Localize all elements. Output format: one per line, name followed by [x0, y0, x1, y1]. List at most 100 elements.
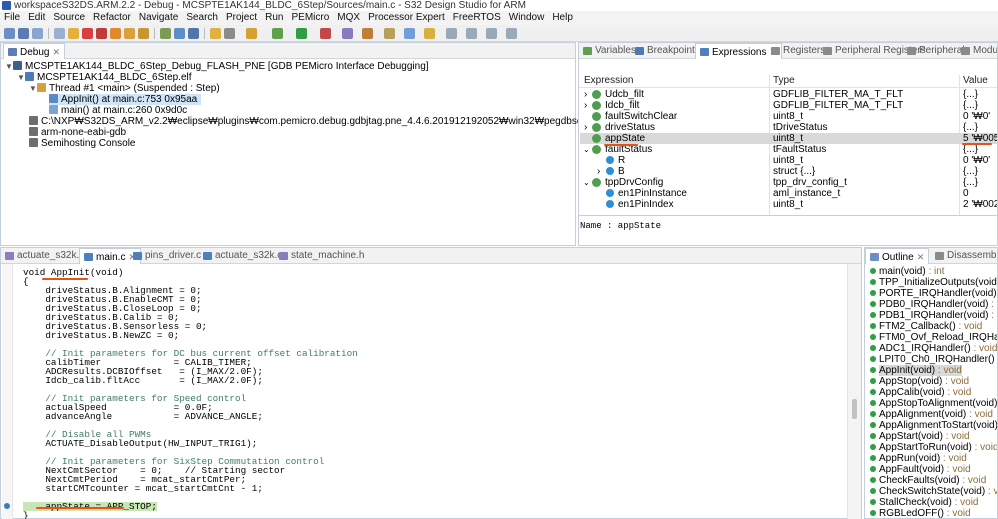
expression-row-tppdrvconfig[interactable]: ⌄ tppDrvConfig tpp_drv_config_t {...}: [580, 177, 997, 188]
debug-icon[interactable]: [272, 28, 283, 39]
search-icon[interactable]: [384, 28, 395, 39]
back-arrow-icon[interactable]: [466, 28, 477, 39]
run-icon[interactable]: [296, 28, 307, 39]
expression-row-b[interactable]: › B struct {...} {...}: [580, 166, 997, 177]
toggle-highlight-icon[interactable]: [404, 28, 415, 39]
step-into-icon[interactable]: [110, 28, 121, 39]
new-class-icon[interactable]: [342, 28, 353, 39]
outline-item[interactable]: AppAlignmentToStart(void) : void: [879, 420, 997, 431]
column-header-value[interactable]: Value: [963, 75, 988, 87]
close-icon[interactable]: ✕: [52, 47, 60, 57]
disconnect-icon[interactable]: [96, 28, 107, 39]
tree-item-elf[interactable]: ▼ MCSPTE1AK144_BLDC_6Step.elf: [17, 72, 192, 83]
reset-icon[interactable]: [188, 28, 199, 39]
open-type-icon[interactable]: [362, 28, 373, 39]
expression-row-drivestatus[interactable]: › driveStatus tDriveStatus {...}: [580, 122, 997, 133]
restart-icon[interactable]: [174, 28, 185, 39]
instruction-stepping-icon[interactable]: [160, 28, 171, 39]
chevron-down-icon[interactable]: ▼: [17, 72, 25, 83]
expand-arrow-icon[interactable]: ›: [584, 100, 587, 111]
editor-gutter[interactable]: [2, 264, 13, 519]
expand-arrow-icon[interactable]: ›: [584, 89, 587, 100]
column-header-type[interactable]: Type: [773, 75, 795, 87]
tab-debug[interactable]: Debug ✕: [3, 43, 66, 59]
menu-window[interactable]: Window: [505, 11, 549, 25]
menu-refactor[interactable]: Refactor: [89, 11, 135, 25]
outline-item[interactable]: AppRun(void) : void: [879, 453, 967, 464]
outline-item[interactable]: RGBLedOFF() : void: [879, 508, 971, 518]
tree-item-gdb[interactable]: arm-none-eabi-gdb: [29, 127, 126, 138]
menu-help[interactable]: Help: [548, 11, 577, 25]
tree-item-frame-main[interactable]: main() at main.c:260 0x9d0c: [49, 105, 187, 116]
tree-item-semihosting[interactable]: Semihosting Console: [29, 138, 136, 149]
outline-item[interactable]: TPP_InitializeOutputs(void) : void: [879, 277, 997, 288]
expand-arrow-icon[interactable]: ›: [597, 166, 600, 177]
editor-vertical-scrollbar[interactable]: [847, 264, 861, 519]
menu-edit[interactable]: Edit: [24, 11, 49, 25]
outline-item[interactable]: AppFault(void) : void: [879, 464, 971, 475]
expression-row-udcb-filt[interactable]: › Udcb_filt GDFLIB_FILTER_MA_T_FLT {...}: [580, 89, 997, 100]
outline-item[interactable]: FTM2_Callback() : void: [879, 321, 982, 332]
build-icon[interactable]: [210, 28, 221, 39]
column-header-expression[interactable]: Expression: [584, 75, 633, 87]
chevron-down-icon[interactable]: ▼: [29, 83, 37, 94]
save-icon[interactable]: [18, 28, 29, 39]
tab-breakpoints[interactable]: Breakpoints: [631, 43, 704, 59]
outline-item[interactable]: CheckSwitchState(void) : void: [879, 486, 997, 497]
step-over-icon[interactable]: [124, 28, 135, 39]
chevron-down-icon[interactable]: ▼: [5, 61, 13, 72]
forward-arrow-icon[interactable]: [486, 28, 497, 39]
resume-icon[interactable]: [68, 28, 79, 39]
outline-item[interactable]: AppStart(void) : void: [879, 431, 970, 442]
outline-item[interactable]: main(void) : int: [879, 266, 945, 277]
outline-item[interactable]: AppCalib(void) : void: [879, 387, 971, 398]
expression-row-faultswitchclear[interactable]: faultSwitchClear uint8_t 0 '₩0': [580, 111, 997, 122]
tab-actuate-s32k-c[interactable]: actuate_s32k.c: [199, 248, 286, 264]
outline-item[interactable]: AppInit(void) : void: [879, 365, 962, 376]
outline-item[interactable]: PDB1_IRQHandler(void) : void: [879, 310, 997, 321]
outline-item[interactable]: AppStopToAlignment(void) : void: [879, 398, 997, 409]
annotation-icon[interactable]: [424, 28, 435, 39]
expand-arrow-icon[interactable]: ›: [584, 122, 587, 133]
tree-item-gdbserver[interactable]: C:\NXP₩S32DS_ARM_v2.2₩eclipse₩plugins₩co…: [29, 116, 640, 127]
expression-row-en1pinindex[interactable]: en1PinIndex uint8_t 2 '₩002': [580, 199, 997, 210]
outline-item[interactable]: AppAlignment(void) : void: [879, 409, 993, 420]
tree-item-frame-appinit[interactable]: AppInit() at main.c:753 0x95aa: [49, 94, 202, 105]
menu-navigate[interactable]: Navigate: [135, 11, 182, 25]
tab-outline[interactable]: Outline ✕: [865, 248, 930, 264]
flash-icon[interactable]: [246, 28, 257, 39]
menu-project[interactable]: Project: [222, 11, 261, 25]
expression-detail-pane[interactable]: Name : appState: [580, 221, 997, 231]
skip-breakpoints-icon[interactable]: [54, 28, 65, 39]
expression-row-en1pininstance[interactable]: en1PinInstance aml_instance_t 0: [580, 188, 997, 199]
outline-item[interactable]: CheckFaults(void) : void: [879, 475, 986, 486]
next-annotation-icon[interactable]: [446, 28, 457, 39]
outline-item[interactable]: AppStartToRun(void) : void: [879, 442, 997, 453]
expression-row-faultstatus[interactable]: ⌄ faultStatus tFaultStatus {...}: [580, 144, 997, 155]
save-all-icon[interactable]: [32, 28, 43, 39]
expression-row-idcb-filt[interactable]: › Idcb_filt GDFLIB_FILTER_MA_T_FLT {...}: [580, 100, 997, 111]
outline-item[interactable]: PORTE_IRQHandler(void) : void: [879, 288, 997, 299]
menu-freertos[interactable]: FreeRTOS: [449, 11, 505, 25]
code-editor[interactable]: void AppInit(void){ driveStatus.B.Alignm…: [13, 264, 847, 519]
outline-item[interactable]: StallCheck(void) : void: [879, 497, 979, 508]
outline-item[interactable]: PDB0_IRQHandler(void) : void: [879, 299, 997, 310]
external-tools-icon[interactable]: [320, 28, 331, 39]
menu-pemicro[interactable]: PEMicro: [287, 11, 333, 25]
tab-state-machine-h[interactable]: state_machine.h: [275, 248, 368, 264]
outline-item[interactable]: AppStop(void) : void: [879, 376, 969, 387]
chevron-down-icon[interactable]: ⌄: [583, 144, 590, 155]
forward-dropdown-icon[interactable]: [506, 28, 517, 39]
close-icon[interactable]: ✕: [917, 252, 925, 262]
settings-gear-icon[interactable]: [224, 28, 235, 39]
menu-source[interactable]: Source: [49, 11, 89, 25]
menu-run[interactable]: Run: [261, 11, 287, 25]
outline-item[interactable]: FTM0_Ovf_Reload_IRQHandler: [879, 332, 997, 343]
tree-item-launch[interactable]: ▼ MCSPTE1AK144_BLDC_6Step_Debug_FLASH_PNE…: [5, 61, 429, 72]
scrollbar-thumb[interactable]: [852, 399, 857, 419]
chevron-down-icon[interactable]: ⌄: [583, 177, 590, 188]
tree-item-thread[interactable]: ▼ Thread #1 <main> (Suspended : Step): [29, 83, 220, 94]
tab-actuate-s32k-h[interactable]: actuate_s32k.h: [1, 248, 89, 264]
menu-mqx[interactable]: MQX: [333, 11, 364, 25]
outline-item[interactable]: ADC1_IRQHandler() : void: [879, 343, 997, 354]
